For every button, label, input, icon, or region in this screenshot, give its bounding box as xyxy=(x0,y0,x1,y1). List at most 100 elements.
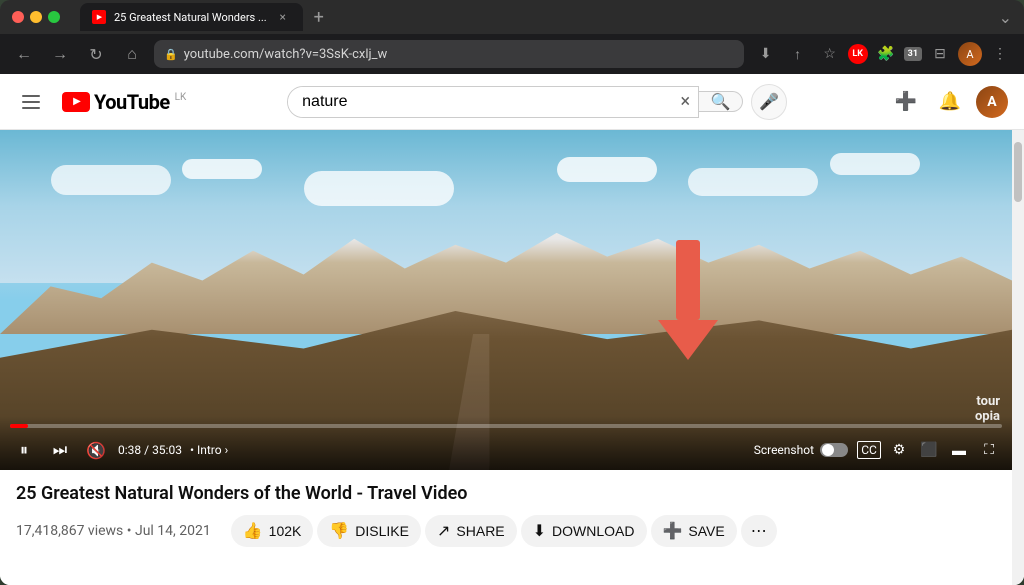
youtube-logo[interactable]: YouTube LK xyxy=(62,90,186,114)
view-count: 17,418,867 views • Jul 14, 2021 xyxy=(16,523,211,539)
forward-button[interactable]: → xyxy=(46,40,74,68)
cloud xyxy=(557,157,657,182)
new-tab-button[interactable]: + xyxy=(307,5,331,29)
search-input[interactable] xyxy=(288,87,672,117)
forward-icon: → xyxy=(52,44,68,64)
current-time: 0:38 xyxy=(118,443,141,457)
active-tab[interactable]: 25 Greatest Natural Wonders ... × xyxy=(80,3,303,31)
home-button[interactable]: ⌂ xyxy=(118,40,146,68)
share-button[interactable]: ↗ SHARE xyxy=(425,515,517,547)
video-player[interactable]: tour opia xyxy=(0,130,1012,470)
window-controls-icon: ⌄ xyxy=(999,8,1012,27)
share-page-button[interactable]: ↑ xyxy=(784,40,812,68)
close-button[interactable] xyxy=(12,11,24,23)
toolbar: ← → ↻ ⌂ 🔒 youtube.com/watch?v=3SsK-cxlj_… xyxy=(0,34,1024,74)
bookmark-button[interactable]: ☆ xyxy=(816,40,844,68)
gear-icon: ⚙ xyxy=(893,442,906,458)
minimize-button[interactable] xyxy=(30,11,42,23)
skip-next-icon: ⏭ xyxy=(53,440,67,460)
hamburger-line xyxy=(22,107,40,109)
bell-icon: 🔔 xyxy=(939,91,961,112)
search-clear-button[interactable]: × xyxy=(673,87,699,117)
refresh-icon: ↻ xyxy=(89,45,102,64)
mute-button[interactable]: 🔇 xyxy=(82,436,110,464)
voice-search-button[interactable]: 🎤 xyxy=(751,84,787,120)
refresh-button[interactable]: ↻ xyxy=(82,40,110,68)
scrollbar-thumb[interactable] xyxy=(1014,142,1022,202)
download-icon: ⬇ xyxy=(533,521,546,541)
address-bar[interactable]: 🔒 youtube.com/watch?v=3SsK-cxlj_w xyxy=(154,40,744,68)
search-container: × 🔍 🎤 xyxy=(287,84,787,120)
volume-icon: 🔇 xyxy=(86,441,106,460)
microphone-icon: 🎤 xyxy=(759,92,779,111)
theater-icon: ▬ xyxy=(952,442,966,459)
progress-bar[interactable] xyxy=(10,424,1002,428)
home-icon: ⌂ xyxy=(127,44,137,64)
like-button[interactable]: 👍 102K xyxy=(231,515,314,547)
profile-avatar-button[interactable]: A xyxy=(958,42,982,66)
hamburger-menu-button[interactable] xyxy=(16,89,46,115)
url-text: youtube.com/watch?v=3SsK-cxlj_w xyxy=(184,47,388,62)
share-label: SHARE xyxy=(456,523,504,539)
tab-favicon-icon xyxy=(92,10,106,24)
arrow-annotation xyxy=(658,240,718,360)
thumbs-down-icon: 👎 xyxy=(329,521,349,541)
traffic-lights xyxy=(12,11,60,23)
scrollbar[interactable] xyxy=(1012,130,1024,585)
youtube-logo-text: YouTube xyxy=(94,90,170,114)
fullscreen-button[interactable]: ⛶ xyxy=(976,437,1002,463)
theater-button[interactable]: ▬ xyxy=(946,437,972,463)
video-title: 25 Greatest Natural Wonders of the World… xyxy=(16,482,996,505)
save-icon: ➕ xyxy=(663,521,683,541)
play-pause-button[interactable]: ⏸ xyxy=(10,436,38,464)
fullscreen-icon: ⛶ xyxy=(984,442,994,458)
share-icon: ↗ xyxy=(437,521,450,541)
youtube-header: YouTube LK × 🔍 🎤 ➕ � xyxy=(0,74,1024,130)
search-button[interactable]: 🔍 xyxy=(699,91,743,112)
tab-title: 25 Greatest Natural Wonders ... xyxy=(114,11,267,24)
maximize-button[interactable] xyxy=(48,11,60,23)
more-icon: ⋯ xyxy=(751,523,767,540)
page-content: YouTube LK × 🔍 🎤 ➕ � xyxy=(0,74,1024,585)
save-label: SAVE xyxy=(688,523,724,539)
notifications-button[interactable]: 🔔 xyxy=(932,84,968,120)
lock-icon: 🔒 xyxy=(164,48,178,61)
youtube-logo-icon xyxy=(62,92,90,112)
dislike-button[interactable]: 👎 DISLIKE xyxy=(317,515,421,547)
settings-button[interactable]: ⚙ xyxy=(886,437,912,463)
save-button[interactable]: ➕ SAVE xyxy=(651,515,737,547)
browser-more-button[interactable]: ⋮ xyxy=(986,40,1014,68)
arrow-head xyxy=(658,320,718,360)
download-button[interactable]: ⬇ DOWNLOAD xyxy=(521,515,647,547)
cloud xyxy=(830,153,920,175)
extensions-button[interactable]: 🧩 xyxy=(872,40,900,68)
video-controls: ⏸ ⏭ 🔇 0:38 / 35:03 xyxy=(0,416,1012,470)
total-time: 35:03 xyxy=(152,443,182,457)
tab-grid-button[interactable]: ⊟ xyxy=(926,40,954,68)
tab-close-icon[interactable]: × xyxy=(275,9,291,25)
puzzle-icon: 🧩 xyxy=(877,46,894,62)
like-count: 102K xyxy=(269,523,302,539)
download-page-button[interactable]: ⬇ xyxy=(752,40,780,68)
browser-window: 25 Greatest Natural Wonders ... × + ⌄ ← … xyxy=(0,0,1024,585)
video-area: tour opia xyxy=(0,130,1012,585)
create-button[interactable]: ➕ xyxy=(888,84,924,120)
more-actions-button[interactable]: ⋯ xyxy=(741,515,777,547)
miniplayer-button[interactable]: ⬛ xyxy=(916,437,942,463)
screenshot-text: Screenshot xyxy=(754,443,814,457)
next-button[interactable]: ⏭ xyxy=(46,436,74,464)
screenshot-toggle[interactable] xyxy=(820,443,848,457)
back-button[interactable]: ← xyxy=(10,40,38,68)
main-area: tour opia xyxy=(0,130,1024,585)
user-avatar-button[interactable]: A xyxy=(976,86,1008,118)
dislike-label: DISLIKE xyxy=(355,523,409,539)
time-separator: / xyxy=(144,443,152,457)
cloud xyxy=(688,168,818,196)
user-badge[interactable]: LK xyxy=(848,44,868,64)
clouds-layer xyxy=(0,147,1012,266)
thumbs-up-icon: 👍 xyxy=(243,521,263,541)
back-icon: ← xyxy=(16,44,32,64)
subtitles-button[interactable]: CC xyxy=(856,437,882,463)
tab-bar: 25 Greatest Natural Wonders ... × + xyxy=(80,3,991,31)
cloud xyxy=(304,171,454,206)
